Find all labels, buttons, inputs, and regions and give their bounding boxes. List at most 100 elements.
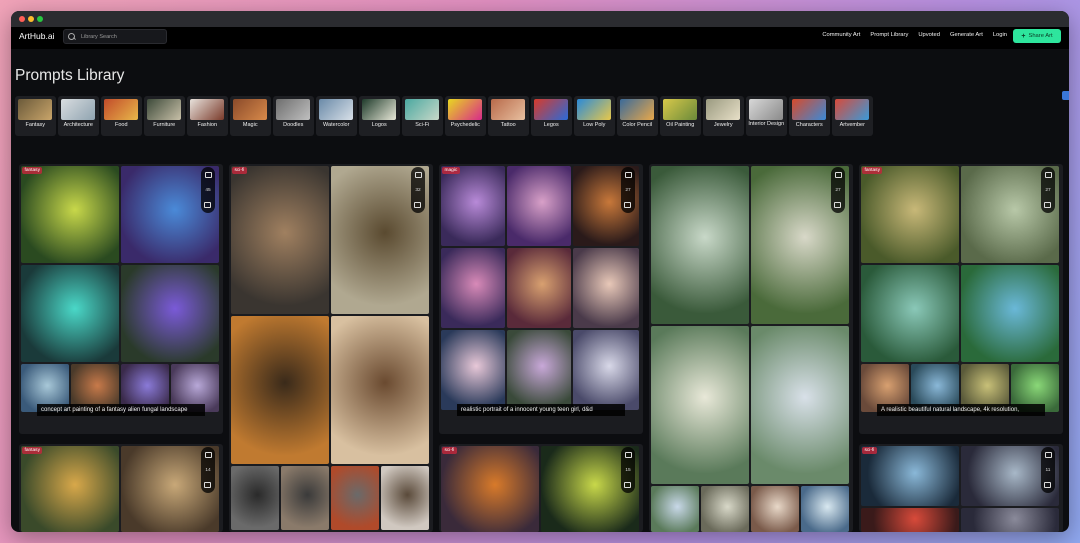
artwork-thumbnail[interactable] <box>961 508 1059 532</box>
artwork-thumbnail[interactable] <box>573 330 639 410</box>
thumbs-up-icon[interactable] <box>1045 451 1052 458</box>
artwork-thumbnail[interactable] <box>861 166 959 263</box>
artwork-thumbnail[interactable] <box>21 265 119 362</box>
category-characters[interactable]: Characters <box>789 96 830 136</box>
artwork-thumbnail[interactable] <box>281 466 329 530</box>
brand-logo[interactable]: ArtHub.ai <box>19 31 54 41</box>
artwork-thumbnail[interactable] <box>751 326 849 484</box>
category-color-pencil[interactable]: Color Pencil <box>617 96 658 136</box>
artwork-thumbnail[interactable] <box>441 248 505 328</box>
thumbs-up-icon[interactable] <box>415 171 422 178</box>
category-interior-design[interactable]: Interior Design <box>746 96 787 136</box>
nav-generate-art[interactable]: Generate Art <box>950 32 983 38</box>
artwork-thumbnail[interactable] <box>573 248 639 328</box>
thumbs-down-icon[interactable] <box>625 203 631 209</box>
category-thumbnail <box>577 99 612 120</box>
thumbs-down-icon[interactable] <box>1045 203 1051 209</box>
thumbs-up-icon[interactable] <box>205 171 212 178</box>
artwork-thumbnail[interactable] <box>121 265 219 362</box>
prompt-card[interactable]: fantasy 14 <box>19 444 223 532</box>
category-low-poly[interactable]: Low Poly <box>574 96 615 136</box>
artwork-thumbnail[interactable] <box>381 466 429 530</box>
category-doodles[interactable]: Doodles <box>273 96 314 136</box>
artwork-thumbnail[interactable] <box>331 466 379 530</box>
artwork-thumbnail[interactable] <box>331 316 429 464</box>
close-window-button[interactable] <box>19 16 25 22</box>
artwork-thumbnail[interactable] <box>507 166 571 246</box>
artwork-thumbnail[interactable] <box>231 466 279 530</box>
nav-login[interactable]: Login <box>993 32 1007 38</box>
artwork-thumbnail[interactable] <box>861 265 959 362</box>
thumbs-up-icon[interactable] <box>625 451 632 458</box>
category-tag: fantasy <box>22 447 43 454</box>
prompt-card[interactable]: fantasy 27 A realistic beautiful natural l… <box>859 164 1063 434</box>
artwork-thumbnail[interactable] <box>651 486 699 532</box>
artwork-thumbnail[interactable] <box>751 486 799 532</box>
category-magic[interactable]: Magic <box>230 96 271 136</box>
artwork-thumbnail[interactable] <box>441 166 505 246</box>
category-thumbnail <box>792 99 827 120</box>
thumbs-up-icon[interactable] <box>1045 171 1052 178</box>
maximize-window-button[interactable] <box>37 16 43 22</box>
nav-community-art[interactable]: Community Art <box>822 32 860 38</box>
category-sci-fi[interactable]: Sci-Fi <box>402 96 443 136</box>
thumbs-down-icon[interactable] <box>835 203 841 209</box>
library-search[interactable] <box>63 29 167 44</box>
side-widget-icon[interactable] <box>1062 91 1069 100</box>
category-thumbnail <box>362 99 397 120</box>
thumbs-down-icon[interactable] <box>625 483 631 489</box>
category-legos[interactable]: Legos <box>531 96 572 136</box>
artwork-thumbnail[interactable] <box>801 486 849 532</box>
artwork-thumbnail[interactable] <box>21 446 119 532</box>
minimize-window-button[interactable] <box>28 16 34 22</box>
thumbs-up-icon[interactable] <box>625 171 632 178</box>
thumbs-down-icon[interactable] <box>415 203 421 209</box>
category-watercolor[interactable]: Watercolor <box>316 96 357 136</box>
prompt-card[interactable]: 27 <box>649 164 853 532</box>
category-thumbnail <box>18 99 53 120</box>
prompt-card[interactable]: sci-fi 11 <box>859 444 1063 532</box>
category-tag: magic <box>442 167 460 174</box>
share-art-button[interactable]: + Share Art <box>1013 29 1061 43</box>
artwork-thumbnail[interactable] <box>507 330 571 410</box>
category-artvember[interactable]: Artvember <box>832 96 873 136</box>
search-input[interactable] <box>81 33 165 40</box>
category-oil-painting[interactable]: Oil Painting <box>660 96 701 136</box>
category-psychedelic[interactable]: Psychedelic <box>445 96 486 136</box>
category-label: Legos <box>543 122 559 128</box>
category-food[interactable]: Food <box>101 96 142 136</box>
artwork-thumbnail[interactable] <box>651 326 749 484</box>
category-architecture[interactable]: Architecture <box>58 96 99 136</box>
category-logos[interactable]: Logos <box>359 96 400 136</box>
plus-icon: + <box>1021 32 1026 40</box>
thumbs-up-icon[interactable] <box>835 171 842 178</box>
artwork-thumbnail[interactable] <box>231 316 329 464</box>
category-fashion[interactable]: Fashion <box>187 96 228 136</box>
artwork-thumbnail[interactable] <box>231 166 329 314</box>
category-tattoo[interactable]: Tattoo <box>488 96 529 136</box>
prompt-card[interactable]: sci-fi 32 <box>229 164 433 532</box>
artwork-thumbnail[interactable] <box>701 486 749 532</box>
category-label: Furniture <box>153 122 176 128</box>
artwork-thumbnail[interactable] <box>21 166 119 263</box>
thumbs-down-icon[interactable] <box>205 203 211 209</box>
prompt-card[interactable]: sci-fi 15 <box>439 444 643 532</box>
thumbs-down-icon[interactable] <box>1045 483 1051 489</box>
artwork-thumbnail[interactable] <box>441 330 505 410</box>
artwork-thumbnail[interactable] <box>861 446 959 506</box>
category-jewelry[interactable]: Jewelry <box>703 96 744 136</box>
artwork-thumbnail[interactable] <box>961 265 1059 362</box>
artwork-thumbnail[interactable] <box>507 248 571 328</box>
nav-prompt-library[interactable]: Prompt Library <box>870 32 908 38</box>
artwork-thumbnail[interactable] <box>651 166 749 324</box>
nav-upvoted[interactable]: Upvoted <box>918 32 940 38</box>
category-furniture[interactable]: Furniture <box>144 96 185 136</box>
category-fantasy[interactable]: Fantasy <box>15 96 56 136</box>
artwork-thumbnail[interactable] <box>441 446 539 532</box>
thumbs-up-icon[interactable] <box>205 451 212 458</box>
artwork-thumbnail[interactable] <box>861 508 959 532</box>
prompt-card[interactable]: magic 27 realistic portrait of a innocent … <box>439 164 643 434</box>
thumbs-down-icon[interactable] <box>205 483 211 489</box>
category-label: Architecture <box>63 122 93 128</box>
prompt-card[interactable]: fantasy 45 concept art painting of a fanta… <box>19 164 223 434</box>
